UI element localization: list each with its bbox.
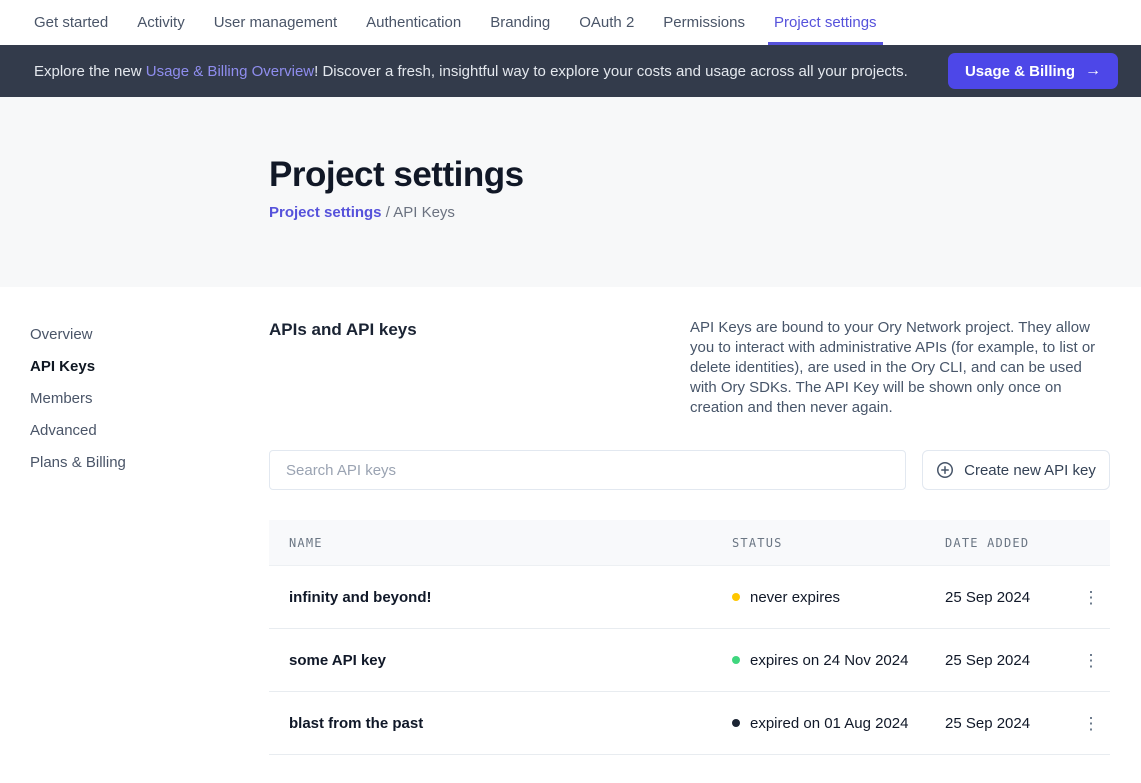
breadcrumb-project-settings-link[interactable]: Project settings — [269, 204, 382, 221]
column-header-status: STATUS — [732, 536, 945, 550]
kebab-menu-icon[interactable]: ⋮ — [1079, 648, 1103, 672]
breadcrumb: Project settings / API Keys — [269, 204, 1141, 221]
sidebar-item[interactable]: Advanced — [30, 414, 269, 446]
column-header-name: NAME — [289, 536, 732, 550]
status-dot-icon — [732, 593, 740, 601]
kebab-menu-icon[interactable]: ⋮ — [1079, 585, 1103, 609]
column-header-date-added: DATE ADDED — [945, 536, 1079, 550]
api-key-name: infinity and beyond! — [289, 589, 732, 606]
create-api-key-button[interactable]: Create new API key — [922, 450, 1110, 490]
promo-banner: Explore the new Usage & Billing Overview… — [0, 45, 1141, 97]
nav-tab[interactable]: Permissions — [663, 0, 745, 45]
plus-circle-icon — [936, 461, 954, 479]
breadcrumb-current: API Keys — [393, 204, 455, 221]
content-area: APIs and API keys API Keys are bound to … — [269, 318, 1110, 755]
status-dot-icon — [732, 656, 740, 664]
api-key-date-added: 25 Sep 2024 — [945, 715, 1079, 732]
table-row: infinity and beyond! never expires 25 Se… — [269, 566, 1110, 629]
status-label: expires on 24 Nov 2024 — [750, 652, 908, 669]
section-intro: APIs and API keys API Keys are bound to … — [269, 318, 1110, 418]
search-input[interactable] — [269, 450, 906, 490]
main-layout: Overview API Keys Members Advanced Plans… — [0, 287, 1141, 755]
nav-tab[interactable]: User management — [214, 0, 337, 45]
nav-tab[interactable]: OAuth 2 — [579, 0, 634, 45]
section-heading: APIs and API keys — [269, 318, 417, 418]
banner-text-after: ! Discover a fresh, insightful way to ex… — [314, 63, 908, 80]
section-description: API Keys are bound to your Ory Network p… — [690, 318, 1110, 418]
sidebar-item[interactable]: Members — [30, 382, 269, 414]
page-header: Project settings Project settings / API … — [0, 97, 1141, 287]
usage-billing-overview-link[interactable]: Usage & Billing Overview — [146, 63, 314, 80]
api-key-status: expired on 01 Aug 2024 — [732, 715, 945, 732]
api-key-date-added: 25 Sep 2024 — [945, 589, 1079, 606]
status-dot-icon — [732, 719, 740, 727]
banner-message: Explore the new Usage & Billing Overview… — [34, 63, 932, 80]
table-header-row: NAME STATUS DATE ADDED — [269, 520, 1110, 566]
usage-billing-button-label: Usage & Billing — [965, 63, 1075, 80]
status-label: never expires — [750, 589, 840, 606]
nav-tab[interactable]: Project settings — [774, 0, 877, 45]
api-keys-toolbar: Create new API key — [269, 450, 1110, 490]
sidebar-item[interactable]: API Keys — [30, 350, 269, 382]
nav-tab[interactable]: Activity — [137, 0, 185, 45]
nav-tab[interactable]: Authentication — [366, 0, 461, 45]
create-api-key-label: Create new API key — [964, 462, 1096, 479]
table-row: blast from the past expired on 01 Aug 20… — [269, 692, 1110, 755]
page-title: Project settings — [269, 154, 1141, 196]
arrow-right-icon: → — [1085, 62, 1101, 80]
table-row: some API key expires on 24 Nov 2024 25 S… — [269, 629, 1110, 692]
sidebar-item[interactable]: Overview — [30, 318, 269, 350]
usage-billing-button[interactable]: Usage & Billing → — [948, 53, 1118, 89]
breadcrumb-separator: / — [386, 204, 390, 221]
api-key-status: expires on 24 Nov 2024 — [732, 652, 945, 669]
banner-text-before: Explore the new — [34, 63, 146, 80]
table-body: infinity and beyond! never expires 25 Se… — [269, 566, 1110, 755]
api-key-name: some API key — [289, 652, 732, 669]
api-keys-table: NAME STATUS DATE ADDED infinity and beyo… — [269, 520, 1110, 755]
kebab-menu-icon[interactable]: ⋮ — [1079, 711, 1103, 735]
nav-tab[interactable]: Get started — [34, 0, 108, 45]
api-key-status: never expires — [732, 589, 945, 606]
sidebar-item[interactable]: Plans & Billing — [30, 446, 269, 478]
nav-tab[interactable]: Branding — [490, 0, 550, 45]
status-label: expired on 01 Aug 2024 — [750, 715, 908, 732]
api-key-date-added: 25 Sep 2024 — [945, 652, 1079, 669]
top-navigation: Get started Activity User management Aut… — [0, 0, 1141, 45]
settings-sidebar: Overview API Keys Members Advanced Plans… — [0, 318, 269, 755]
api-key-name: blast from the past — [289, 715, 732, 732]
